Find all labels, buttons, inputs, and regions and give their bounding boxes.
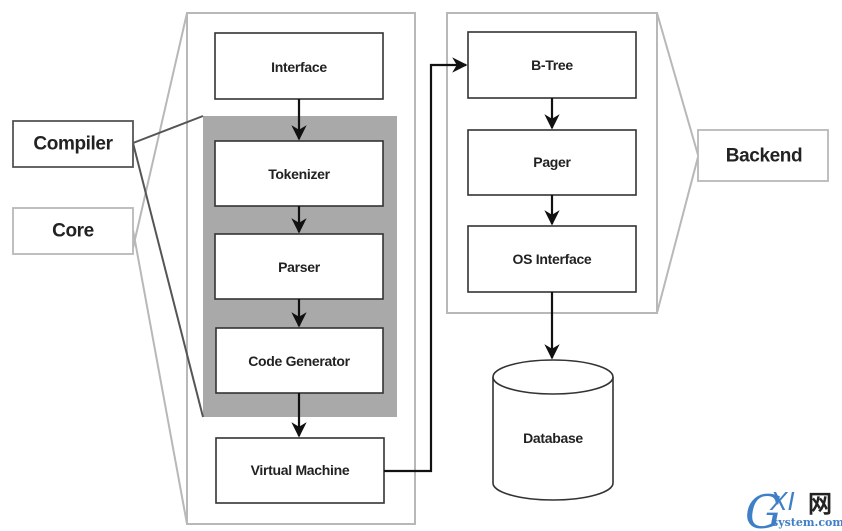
- compiler-label-box: Compiler: [12, 120, 134, 168]
- core-label-box: Core: [12, 207, 134, 255]
- node-btree: B-Tree: [467, 31, 637, 99]
- architecture-diagram: Compiler Core Interface Tokenizer Parser…: [12, 12, 842, 531]
- node-btree-label: B-Tree: [531, 57, 573, 73]
- node-os-interface-label: OS Interface: [513, 251, 592, 267]
- node-parser: Parser: [214, 233, 384, 300]
- watermark-cn: 网: [808, 490, 832, 518]
- node-pager: Pager: [467, 129, 637, 196]
- node-tokenizer: Tokenizer: [214, 140, 384, 207]
- node-pager-label: Pager: [533, 154, 571, 170]
- node-virtual-machine-label: Virtual Machine: [251, 462, 350, 478]
- node-tokenizer-label: Tokenizer: [268, 166, 330, 182]
- watermark-domain: system.com: [772, 516, 842, 529]
- backend-connector-bottom: [656, 156, 699, 314]
- backend-connector-top: [656, 12, 699, 156]
- core-connector-top: [132, 12, 188, 249]
- node-code-generator-label: Code Generator: [248, 353, 350, 369]
- backend-label-box: Backend: [697, 129, 829, 182]
- database-cylinder: Database: [492, 359, 614, 501]
- core-label: Core: [52, 221, 94, 242]
- node-os-interface: OS Interface: [467, 225, 637, 293]
- watermark-xi: XI: [769, 486, 795, 516]
- watermark-logo: G XI 网 system.com: [745, 485, 842, 531]
- core-connector-bottom: [132, 229, 188, 525]
- node-code-generator: Code Generator: [215, 327, 384, 394]
- compiler-label: Compiler: [33, 134, 113, 155]
- node-interface-label: Interface: [271, 59, 327, 75]
- node-virtual-machine: Virtual Machine: [215, 437, 385, 504]
- backend-label: Backend: [726, 146, 802, 167]
- database-label: Database: [523, 430, 583, 446]
- node-interface: Interface: [214, 32, 384, 100]
- node-parser-label: Parser: [278, 259, 321, 275]
